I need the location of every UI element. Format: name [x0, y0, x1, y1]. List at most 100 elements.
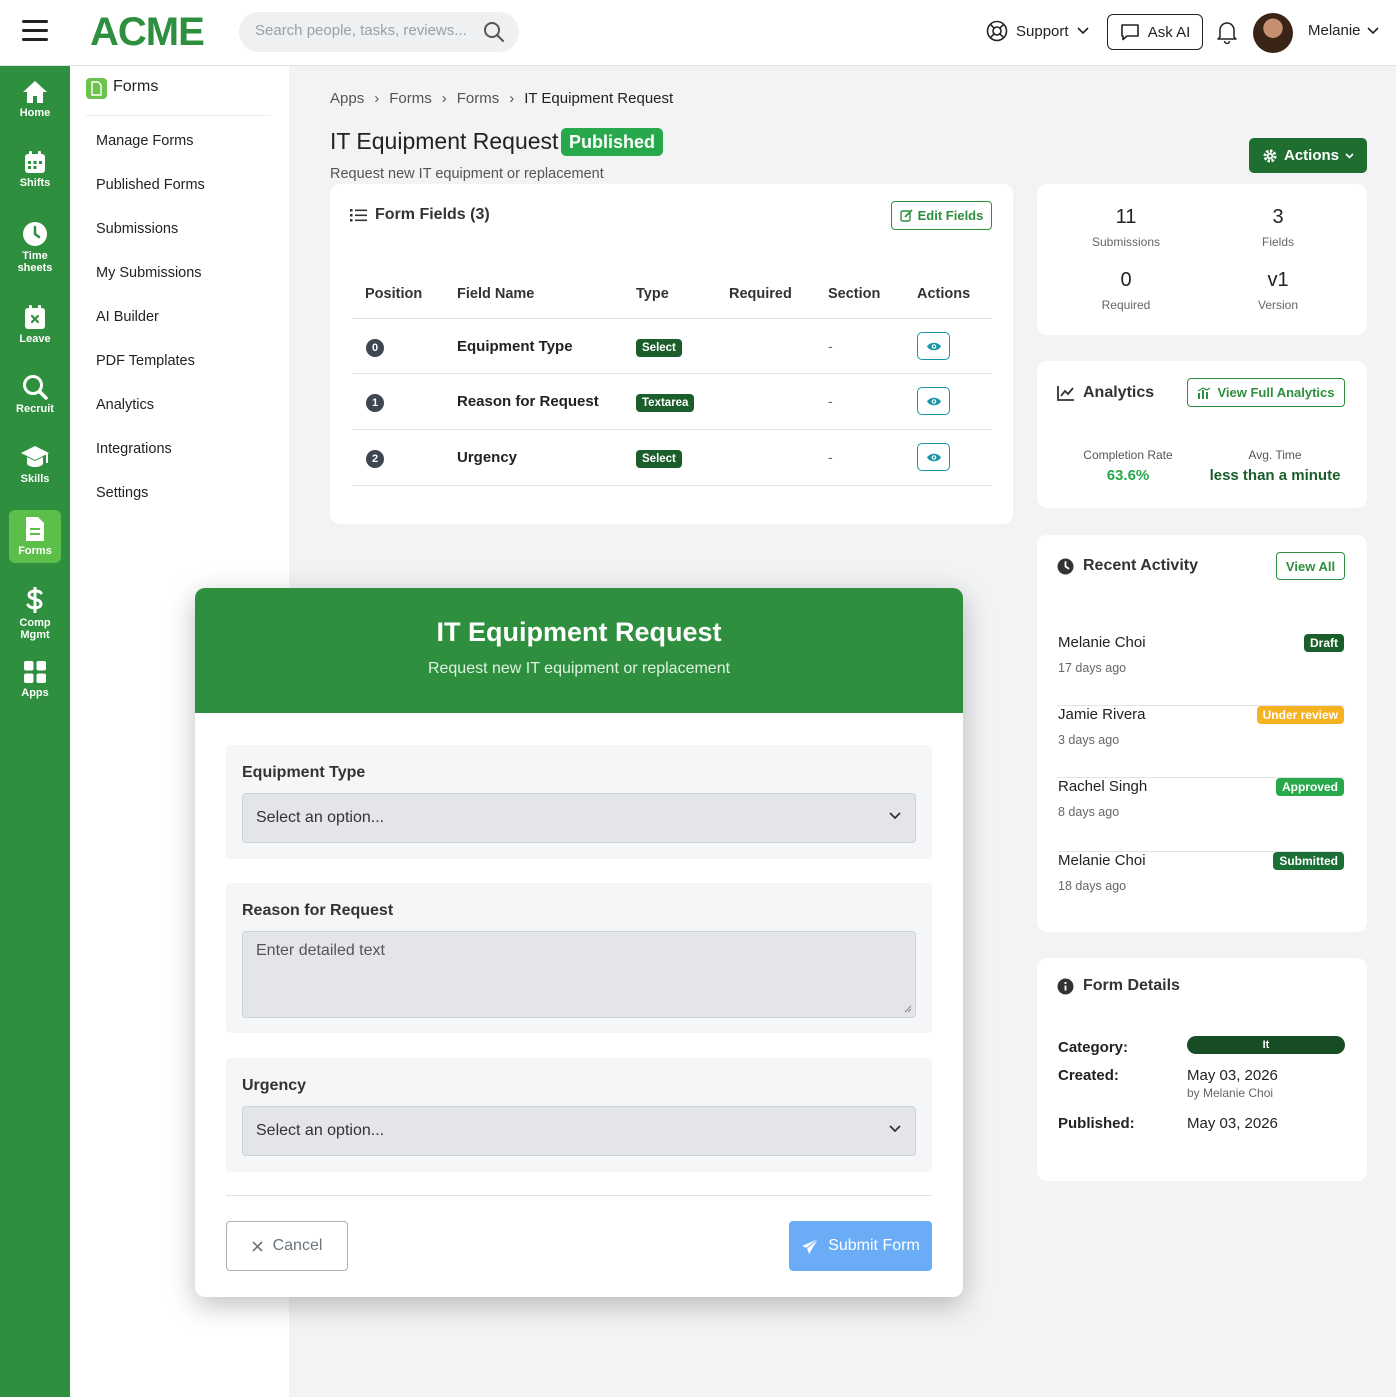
- nav-home[interactable]: Home: [0, 80, 70, 119]
- nav-label: Home: [19, 107, 51, 119]
- notification-bell-icon[interactable]: [1216, 20, 1238, 44]
- form-details-header: Form Details: [1057, 977, 1180, 995]
- support-menu[interactable]: Support: [986, 20, 1089, 42]
- actions-button[interactable]: Actions: [1249, 138, 1367, 173]
- activity-item[interactable]: Melanie Choi 18 days ago Submitted: [1057, 852, 1345, 924]
- cancel-label: Cancel: [272, 1237, 323, 1254]
- subnav-header: Forms: [86, 78, 271, 116]
- chevron-down-icon: [1345, 152, 1354, 159]
- nav-time-sheets[interactable]: Time sheets: [0, 221, 70, 274]
- nav-label: Apps: [21, 687, 49, 699]
- column-header-position: Position: [365, 286, 423, 302]
- type-badge: Select: [636, 450, 682, 468]
- column-header-section: Section: [828, 286, 881, 302]
- field-name: Urgency: [457, 449, 518, 466]
- hamburger-menu-icon[interactable]: [22, 20, 48, 44]
- avatar[interactable]: [1253, 13, 1293, 53]
- view-full-analytics-label: View Full Analytics: [1217, 385, 1335, 400]
- bar-chart-icon: [1197, 386, 1211, 399]
- position-badge: 2: [366, 450, 384, 468]
- view-all-button[interactable]: View All: [1276, 552, 1345, 580]
- breadcrumb-item[interactable]: Forms: [389, 90, 432, 107]
- search-input[interactable]: [255, 22, 480, 39]
- section-value: -: [828, 449, 833, 465]
- logo-text: ACME: [90, 9, 205, 54]
- stat-value: 0: [1120, 269, 1132, 291]
- equipment-type-select[interactable]: Select an option...: [242, 793, 916, 843]
- created-value: May 03, 2026: [1187, 1067, 1278, 1084]
- stat-required: 0 Required: [1051, 269, 1201, 312]
- subnav-item-pdf-templates[interactable]: PDF Templates: [96, 353, 195, 369]
- resize-grip-icon[interactable]: [904, 1005, 912, 1013]
- breadcrumb-current: IT Equipment Request: [524, 90, 674, 107]
- column-header-field-name: Field Name: [457, 286, 535, 302]
- edit-icon: [899, 209, 913, 222]
- created-by: by Melanie Choi: [1187, 1086, 1274, 1100]
- clock-icon: [0, 221, 70, 247]
- nav-skills[interactable]: Skills: [0, 444, 70, 485]
- document-icon: [9, 516, 61, 542]
- ask-ai-button[interactable]: Ask AI: [1107, 14, 1203, 50]
- breadcrumb-item[interactable]: Forms: [457, 90, 500, 107]
- urgency-select[interactable]: Select an option...: [242, 1106, 916, 1156]
- avg-time-label: Avg. Time: [1248, 448, 1302, 462]
- nav-shifts[interactable]: Shifts: [0, 150, 70, 189]
- nav-leave[interactable]: Leave: [0, 304, 70, 345]
- view-field-button[interactable]: [917, 332, 950, 360]
- table-row: 0 Equipment Type Select -: [352, 318, 992, 373]
- form-details-title: Form Details: [1083, 977, 1180, 994]
- search-box[interactable]: [239, 12, 519, 52]
- subnav-item-manage-forms[interactable]: Manage Forms: [96, 133, 194, 149]
- nav-label: Recruit: [16, 403, 54, 415]
- activity-item[interactable]: Jamie Rivera 3 days ago Under review: [1057, 706, 1345, 778]
- edit-fields-button[interactable]: Edit Fields: [891, 201, 992, 230]
- stat-label: Fields: [1261, 235, 1294, 249]
- activity-time: 17 days ago: [1058, 661, 1127, 675]
- view-field-button[interactable]: [917, 443, 950, 471]
- search-icon[interactable]: [483, 21, 505, 43]
- eye-icon: [926, 452, 942, 463]
- nav-label: Shifts: [19, 177, 51, 189]
- user-menu[interactable]: Melanie: [1308, 22, 1379, 39]
- subnav-item-integrations[interactable]: Integrations: [96, 441, 172, 457]
- chat-bubble-icon: [1120, 23, 1140, 41]
- subnav-item-settings[interactable]: Settings: [96, 485, 148, 501]
- subnav-item-published-forms[interactable]: Published Forms: [96, 177, 205, 193]
- breadcrumb-separator: ›: [509, 90, 515, 107]
- left-nav: Home Shifts Time sheets Leave Recruit Sk…: [0, 66, 70, 1397]
- type-badge: Select: [636, 339, 682, 357]
- view-all-label: View All: [1285, 558, 1336, 574]
- activity-status-badge: Draft: [1303, 634, 1344, 652]
- view-full-analytics-button[interactable]: View Full Analytics: [1187, 378, 1345, 407]
- stat-value: 3: [1272, 206, 1284, 228]
- table-row: 1 Reason for Request Textarea -: [352, 373, 992, 428]
- nav-apps[interactable]: Apps: [0, 660, 70, 699]
- stat-version: v1 Version: [1203, 269, 1353, 312]
- nav-comp-mgmt[interactable]: Comp Mgmt: [0, 586, 70, 641]
- nav-recruit[interactable]: Recruit: [0, 374, 70, 415]
- breadcrumb-item[interactable]: Apps: [330, 90, 364, 107]
- field-name: Equipment Type: [457, 338, 573, 355]
- nav-forms[interactable]: Forms: [9, 510, 61, 563]
- activity-item[interactable]: Rachel Singh 8 days ago Approved: [1057, 778, 1345, 852]
- reason-textarea[interactable]: [242, 931, 916, 1018]
- subnav-item-submissions[interactable]: Submissions: [96, 221, 178, 237]
- submit-form-button[interactable]: Submit Form: [789, 1221, 932, 1271]
- select-placeholder: Select an option...: [256, 1122, 385, 1139]
- activity-status-badge: Submitted: [1273, 852, 1344, 870]
- subnav-item-ai-builder[interactable]: AI Builder: [96, 309, 159, 325]
- subnav-item-my-submissions[interactable]: My Submissions: [96, 265, 202, 281]
- cancel-button[interactable]: Cancel: [226, 1221, 348, 1271]
- modal-divider: [226, 1195, 932, 1196]
- field-group-reason: Reason for Request: [226, 883, 932, 1033]
- activity-item[interactable]: Melanie Choi 17 days ago Draft: [1057, 634, 1345, 706]
- chevron-down-icon: [1076, 27, 1089, 35]
- eye-icon: [926, 341, 942, 352]
- view-field-button[interactable]: [917, 387, 950, 415]
- lifebuoy-icon: [986, 20, 1008, 42]
- home-icon: [0, 80, 70, 104]
- acme-logo[interactable]: ACME: [90, 9, 205, 54]
- table-row: 2 Urgency Select -: [352, 429, 992, 486]
- stat-label: Required: [1101, 298, 1151, 312]
- subnav-item-analytics[interactable]: Analytics: [96, 397, 154, 413]
